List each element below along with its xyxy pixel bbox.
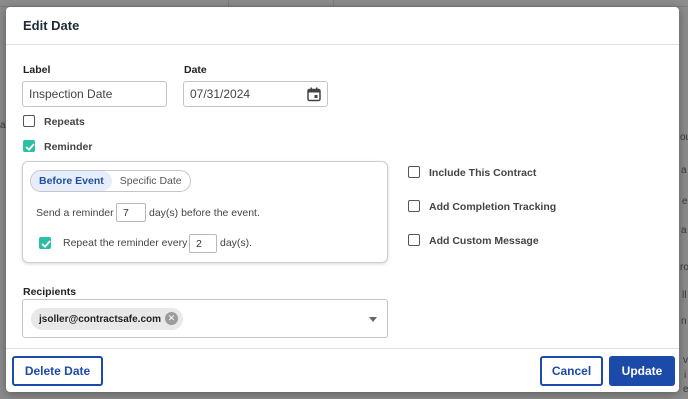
repeats-checkbox[interactable]: [23, 115, 35, 127]
completion-tracking-label: Add Completion Tracking: [429, 201, 557, 213]
date-input-value: 07/31/2024: [190, 87, 251, 101]
bg-text: v: [683, 355, 688, 366]
label-input-value: Inspection Date: [29, 87, 113, 101]
delete-date-button[interactable]: Delete Date: [12, 356, 103, 386]
repeat-days-value: 2: [196, 237, 202, 250]
recipients-label: Recipients: [23, 286, 77, 298]
include-contract-checkbox[interactable]: [408, 166, 420, 178]
update-button[interactable]: Update: [609, 356, 675, 386]
bg-text: e: [682, 196, 688, 207]
chevron-down-icon[interactable]: [369, 317, 377, 322]
recipient-chip: jsoller@contractsafe.com ✕: [31, 308, 184, 330]
calendar-icon[interactable]: [307, 87, 321, 105]
custom-message-checkbox[interactable]: [408, 234, 420, 246]
dialog-footer: Delete Date Cancel Update: [6, 348, 679, 392]
edit-date-dialog: Edit Date Label Inspection Date Date 07/…: [6, 7, 679, 392]
dialog-title: Edit Date: [23, 18, 80, 33]
recipients-select[interactable]: jsoller@contractsafe.com ✕: [22, 299, 388, 338]
bg-text: ll: [682, 290, 687, 301]
repeats-label: Repeats: [44, 116, 85, 128]
dialog-header: Edit Date: [6, 7, 679, 45]
bg-text: a: [681, 225, 687, 236]
date-field-label: Date: [184, 64, 207, 76]
reminder-panel: Before Event Specific Date Send a remind…: [22, 161, 388, 263]
bg-divider: [333, 0, 334, 7]
send-reminder-prefix: Send a reminder: [36, 207, 114, 219]
recipient-email: jsoller@contractsafe.com: [39, 313, 162, 325]
bg-divider: [228, 0, 229, 7]
reminder-checkbox[interactable]: [23, 140, 35, 152]
label-input[interactable]: Inspection Date: [22, 81, 167, 107]
include-contract-label: Include This Contract: [429, 167, 537, 179]
bg-text: ou: [680, 132, 688, 143]
remove-recipient-icon[interactable]: ✕: [165, 312, 179, 325]
cancel-button[interactable]: Cancel: [540, 356, 603, 386]
bg-text: a: [0, 120, 6, 131]
reminder-mode-toggle: Before Event Specific Date: [30, 170, 191, 192]
reminder-days-input[interactable]: 7: [116, 203, 146, 222]
bg-text: n: [681, 316, 687, 327]
reminder-days-value: 7: [123, 206, 129, 219]
tab-specific-date[interactable]: Specific Date: [112, 171, 190, 191]
label-field-label: Label: [23, 64, 51, 76]
bg-text: i: [684, 370, 687, 381]
completion-tracking-checkbox[interactable]: [408, 200, 420, 212]
bg-text: ro: [680, 262, 688, 273]
checkmark-icon: [41, 240, 51, 248]
bg-text: a: [681, 165, 687, 176]
custom-message-label: Add Custom Message: [429, 235, 539, 247]
checkmark-icon: [25, 143, 35, 151]
repeat-reminder-checkbox[interactable]: [39, 237, 51, 249]
repeat-reminder-suffix: day(s).: [220, 237, 253, 249]
bg-text: e: [683, 384, 688, 395]
tab-before-event[interactable]: Before Event: [31, 171, 112, 191]
repeat-reminder-prefix: Repeat the reminder every: [63, 237, 188, 249]
date-input[interactable]: 07/31/2024: [183, 81, 328, 107]
send-reminder-suffix: day(s) before the event.: [149, 207, 260, 219]
reminder-label: Reminder: [44, 141, 93, 153]
repeat-days-input[interactable]: 2: [189, 234, 217, 253]
